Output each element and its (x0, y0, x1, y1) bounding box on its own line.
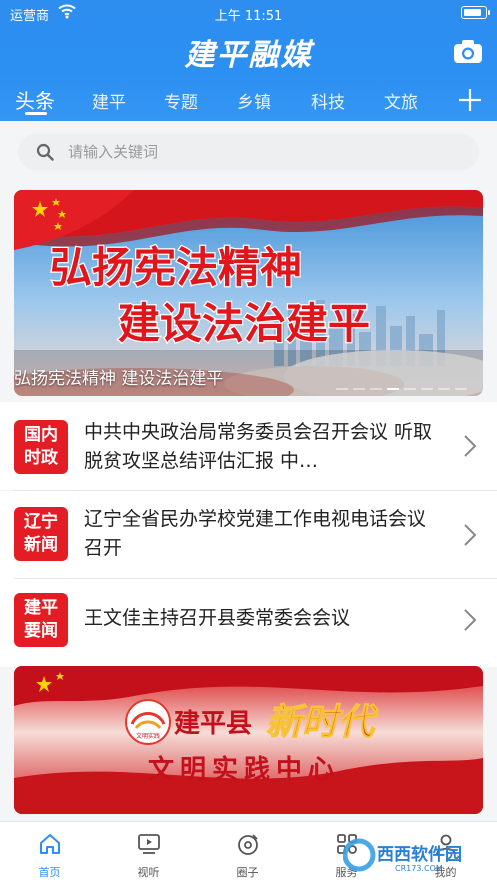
add-channel-icon[interactable] (458, 88, 482, 112)
pager-dot[interactable] (387, 388, 399, 390)
banner2-slogan: 新时代 (266, 701, 379, 743)
pager-dot[interactable] (353, 388, 365, 390)
search-input[interactable] (68, 134, 458, 170)
battery-level (463, 8, 481, 16)
emblem-text: 文明实践 (136, 732, 160, 740)
news-category-badge: 国内 时政 (14, 420, 68, 474)
search-icon (36, 143, 54, 161)
news-title: 中共中央政治局常务委员会召开会议 听取脱贫攻坚总结评估汇报 中… (84, 421, 433, 472)
news-item[interactable]: 辽宁 新闻 辽宁全省民办学校党建工作电视电话会议召开 (0, 491, 497, 579)
nav-label: 视听 (137, 866, 160, 879)
tab-wenlv[interactable]: 文旅 (384, 88, 418, 113)
watermark-url: CR173.COM (395, 864, 443, 873)
news-category-badge: 建平 要闻 (14, 593, 68, 647)
banner-line1: 弘扬宪法精神 (50, 243, 302, 292)
tab-xiangzhen[interactable]: 乡镇 (237, 88, 271, 113)
chevron-right-icon (464, 609, 477, 631)
news-title: 辽宁全省民办学校党建工作电视电话会议召开 (84, 508, 427, 559)
nav-label: 圈子 (236, 866, 259, 879)
badge-line2: 时政 (24, 448, 58, 468)
pager-dot[interactable] (336, 388, 348, 390)
clock: 上午 11:51 (214, 9, 283, 24)
circle-icon (238, 834, 258, 855)
tab-zhuanti[interactable]: 专题 (164, 88, 198, 113)
home-icon (40, 834, 60, 854)
pager-dot[interactable] (438, 388, 450, 390)
news-item[interactable]: 国内 时政 中共中央政治局常务委员会召开会议 听取脱贫攻坚总结评估汇报 中… (0, 402, 497, 490)
nav-circle[interactable]: 圈子 (198, 822, 297, 883)
badge-line1: 辽宁 (24, 512, 58, 532)
watermark-brand: 西西软件园 (377, 844, 462, 865)
camera-icon[interactable] (453, 38, 483, 64)
banner2-county: 建平县 (174, 709, 252, 739)
banner2-subtitle: 文明实践中心 (148, 754, 340, 785)
battery-icon (461, 6, 490, 19)
tab-toutiao[interactable]: 头条 (15, 85, 55, 114)
tab-jianping[interactable]: 建平 (92, 88, 126, 113)
badge-line2: 要闻 (24, 621, 58, 641)
civilization-banner-image: 文明实践 建平县 新时代 文明实践中心 (14, 666, 483, 814)
chevron-right-icon (464, 524, 477, 546)
search-bar[interactable] (18, 134, 479, 170)
watermark-logo: 西西软件园 CR173.COM (343, 838, 462, 873)
news-category-badge: 辽宁 新闻 (14, 507, 68, 561)
chevron-right-icon (464, 435, 477, 457)
civilization-banner[interactable]: 文明实践 建平县 新时代 文明实践中心 (14, 666, 483, 814)
pager-dot[interactable] (455, 388, 467, 390)
nav-home[interactable]: 首页 (0, 822, 99, 883)
pager-dot[interactable] (421, 388, 433, 390)
news-item[interactable]: 建平 要闻 王文佳主持召开县委常委会会议 (0, 579, 497, 667)
nav-video[interactable]: 视听 (99, 822, 198, 883)
channel-tabs: 头条 建平 专题 乡镇 科技 文旅 (0, 84, 497, 118)
banner-line2: 建设法治建平 (118, 299, 370, 348)
status-bar: 运营商 上午 11:51 (0, 0, 497, 26)
banner-caption: 弘扬宪法精神 建设法治建平 (14, 369, 224, 389)
video-icon (138, 834, 160, 854)
nav-label: 首页 (38, 866, 61, 879)
tab-keji[interactable]: 科技 (311, 88, 345, 113)
news-title: 王文佳主持召开县委常委会会议 (84, 607, 351, 629)
badge-line2: 新闻 (24, 535, 58, 555)
pager-dot[interactable] (404, 388, 416, 390)
pager-dot[interactable] (370, 388, 382, 390)
badge-line1: 国内 (24, 425, 58, 445)
badge-line1: 建平 (24, 598, 58, 618)
active-tab-indicator (25, 112, 47, 115)
app-header: 运营商 上午 11:51 建平融媒 头条 建平 专题 乡镇 科技 文旅 (0, 0, 497, 121)
app-title: 建平融媒 (184, 38, 313, 73)
